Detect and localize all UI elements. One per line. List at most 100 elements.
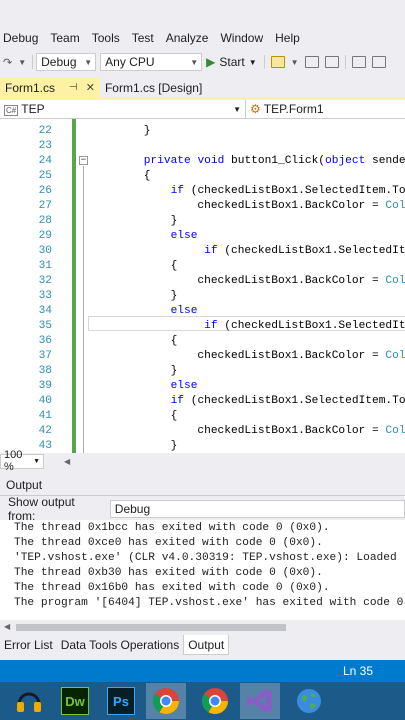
code-text: checkedListBox1.BackColor = Color	[90, 274, 405, 289]
code-text: checkedListBox1.BackColor = Color	[90, 199, 405, 214]
output-source-select[interactable]: Debug	[109, 499, 405, 518]
dreamweaver-icon[interactable]: Dw	[58, 684, 92, 718]
code-line[interactable]: 40 if (checkedListBox1.SelectedItem.ToSt	[0, 394, 405, 409]
chrome-icon[interactable]	[198, 684, 232, 718]
tab-form1-design[interactable]: Form1.cs [Design]	[100, 78, 207, 97]
chevron-down-icon: ▼	[33, 457, 40, 465]
dropdown-arrow-icon[interactable]: ▼	[15, 58, 29, 67]
code-text: if (checkedListBox1.SelectedItem.ToSt	[90, 394, 405, 409]
platform-select[interactable]: Any CPU ▼	[100, 53, 203, 71]
code-line[interactable]: 29 else	[0, 229, 405, 244]
code-line[interactable]: 22 }	[0, 124, 405, 139]
scrollbar-thumb[interactable]	[16, 624, 286, 631]
output-line: The thread 0xb30 has exited with code 0 …	[14, 567, 323, 579]
code-token: {	[90, 410, 178, 422]
tab-data-tools-operations[interactable]: Data Tools Operations	[57, 635, 184, 655]
code-line[interactable]: 32 checkedListBox1.BackColor = Color	[0, 274, 405, 289]
output-panel-header: Output	[0, 475, 405, 496]
menu-test[interactable]: Test	[129, 31, 163, 45]
code-line[interactable]: 37 checkedListBox1.BackColor = Color	[0, 349, 405, 364]
code-editor[interactable]: − 22 } 23 24 private void button1_Click(ob…	[0, 119, 405, 453]
headphones-app-icon[interactable]	[12, 684, 46, 718]
code-line[interactable]: 30 if (checkedListBox1.SelectedItem	[0, 244, 405, 259]
code-token: button1_Click(	[224, 155, 326, 167]
output-line: The thread 0xce0 has exited with code 0 …	[14, 537, 323, 549]
menu-window[interactable]: Window	[217, 31, 272, 45]
output-toolbar: Show output from: Debug	[0, 495, 405, 523]
code-line[interactable]: 24 private void button1_Click(object sen…	[0, 154, 405, 169]
horizontal-scrollbar[interactable]	[70, 456, 405, 466]
code-token: (checkedListBox1.SelectedItem.ToSt	[184, 395, 405, 407]
visual-studio-icon[interactable]	[240, 683, 280, 719]
indent-icon[interactable]	[304, 56, 319, 68]
line-number: 34	[38, 305, 52, 317]
project-dropdown[interactable]: C# TEP ▼	[0, 99, 246, 119]
line-number-status: Ln 35	[342, 664, 373, 678]
keyword-token: else	[170, 230, 198, 242]
scroll-left-icon[interactable]: ◀	[4, 622, 10, 631]
code-line[interactable]: 35 if (checkedListBox1.SelectedIte	[0, 319, 405, 334]
menu-analyze[interactable]: Analyze	[163, 31, 218, 45]
code-token: (checkedListBox1.SelectedIte	[217, 320, 405, 332]
chrome-icon[interactable]	[146, 683, 186, 719]
zoom-select[interactable]: 100 % ▼	[0, 449, 44, 473]
keyword-token: if	[170, 185, 185, 197]
code-line[interactable]: 33 }	[0, 289, 405, 304]
show-output-label: Show output from:	[8, 494, 75, 523]
close-icon[interactable]: ✕	[86, 81, 95, 94]
line-number: 29	[38, 230, 52, 242]
output-line: 'TEP.vshost.exe' (CLR v4.0.30319: TEP.vs…	[14, 552, 405, 564]
code-line[interactable]: 27 checkedListBox1.BackColor = Color	[0, 199, 405, 214]
globe-icon[interactable]	[292, 684, 326, 718]
code-text: }	[90, 124, 151, 139]
line-number: 22	[38, 125, 52, 137]
line-number: 26	[38, 185, 52, 197]
tab-output[interactable]: Output	[183, 635, 230, 655]
toolbar-separator	[263, 55, 265, 69]
toolbar-separator	[32, 55, 34, 69]
menu-team[interactable]: Team	[47, 31, 88, 45]
pin-icon[interactable]: ⊣	[69, 82, 78, 93]
uncomment-icon[interactable]	[371, 56, 386, 68]
code-token: {	[90, 170, 151, 182]
code-token: }	[90, 365, 178, 377]
editor-zoom-bar: 100 % ▼ ◀	[0, 449, 405, 473]
play-icon: ▶	[206, 55, 216, 69]
photoshop-icon[interactable]: Ps	[104, 684, 138, 718]
browser-link-icon[interactable]	[270, 56, 285, 68]
code-line[interactable]: 31 {	[0, 259, 405, 274]
code-line[interactable]: 23	[0, 139, 405, 154]
document-tabs: Form1.cs ⊣ ✕ Form1.cs [Design]	[0, 78, 405, 99]
code-line[interactable]: 36 {	[0, 334, 405, 349]
code-line[interactable]: 25 {	[0, 169, 405, 184]
code-line[interactable]: 43 }	[0, 439, 405, 453]
tab-error-list[interactable]: Error List	[0, 635, 57, 655]
start-button[interactable]: ▶ Start ▼	[202, 55, 261, 69]
code-text: {	[90, 334, 178, 349]
code-line[interactable]: 42 checkedListBox1.BackColor = Color	[0, 424, 405, 439]
code-line[interactable]: 28 }	[0, 214, 405, 229]
menu-debug[interactable]: Debug	[0, 31, 47, 45]
code-line[interactable]: 26 if (checkedListBox1.SelectedItem.ToSt	[0, 184, 405, 199]
code-line[interactable]: 34 else	[0, 304, 405, 319]
menu-help[interactable]: Help	[272, 31, 309, 45]
output-horizontal-scrollbar[interactable]: ◀	[0, 620, 405, 635]
code-line[interactable]: 41 {	[0, 409, 405, 424]
redo-icon[interactable]: ↷	[0, 56, 15, 69]
code-text: else	[90, 304, 198, 319]
comment-icon[interactable]	[351, 56, 366, 68]
solution-config-value: Debug	[41, 55, 77, 69]
solution-config-select[interactable]: Debug ▼	[36, 53, 97, 71]
code-line[interactable]: 39 else	[0, 379, 405, 394]
line-number: 36	[38, 335, 52, 347]
menu-tools[interactable]: Tools	[89, 31, 129, 45]
dropdown-arrow-icon[interactable]: ▼	[288, 58, 302, 67]
class-dropdown[interactable]: ⚙ TEP.Form1	[246, 102, 405, 116]
outdent-icon[interactable]	[324, 56, 339, 68]
code-line[interactable]: 38 }	[0, 364, 405, 379]
output-source-value: Debug	[114, 501, 151, 516]
tab-form1-cs[interactable]: Form1.cs ⊣ ✕	[0, 78, 100, 97]
output-text[interactable]: The thread 0x1bcc has exited with code 0…	[0, 520, 405, 620]
code-token: checkedListBox1.BackColor =	[90, 425, 386, 437]
line-number: 31	[38, 260, 52, 272]
